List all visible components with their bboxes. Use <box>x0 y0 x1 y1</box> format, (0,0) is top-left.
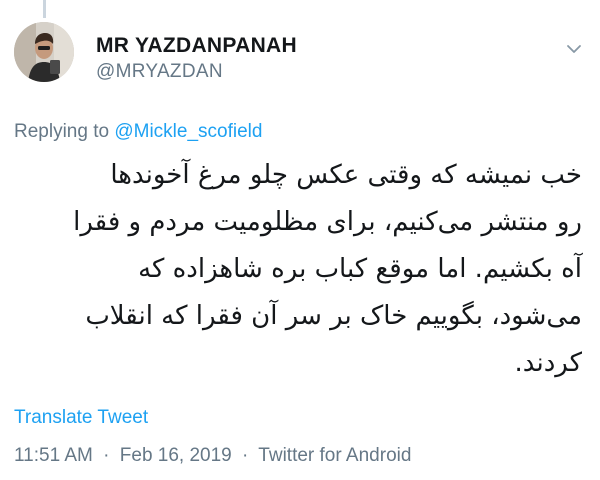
tweet-time[interactable]: 11:51 AM <box>14 445 93 466</box>
avatar[interactable] <box>14 22 74 82</box>
tweet-card: MR YAZDANPANAH @MRYAZDAN Replying to @Mi… <box>0 0 600 480</box>
translate-tweet-link[interactable]: Translate Tweet <box>14 407 148 429</box>
author-display-name[interactable]: MR YAZDANPANAH <box>96 34 297 58</box>
chevron-down-icon[interactable] <box>566 40 582 53</box>
meta-separator: · <box>103 445 110 466</box>
thread-connector-line <box>43 0 46 18</box>
reply-mention-link[interactable]: @Mickle_scofield <box>114 121 262 142</box>
avatar-photo <box>14 22 74 82</box>
replying-to-line: Replying to @Mickle_scofield <box>14 121 262 143</box>
replying-to-prefix: Replying to <box>14 121 110 142</box>
tweet-meta: 11:51 AM · Feb 16, 2019 · Twitter for An… <box>14 445 411 467</box>
meta-separator: · <box>242 445 249 466</box>
author-block[interactable]: MR YAZDANPANAH @MRYAZDAN <box>96 34 297 84</box>
tweet-source[interactable]: Twitter for Android <box>258 445 411 466</box>
tweet-date[interactable]: Feb 16, 2019 <box>120 445 232 466</box>
author-handle[interactable]: @MRYAZDAN <box>96 60 297 84</box>
tweet-text: خب نمیشه که وقتی عکس چلو مرغ آخوندها رو … <box>73 160 582 378</box>
